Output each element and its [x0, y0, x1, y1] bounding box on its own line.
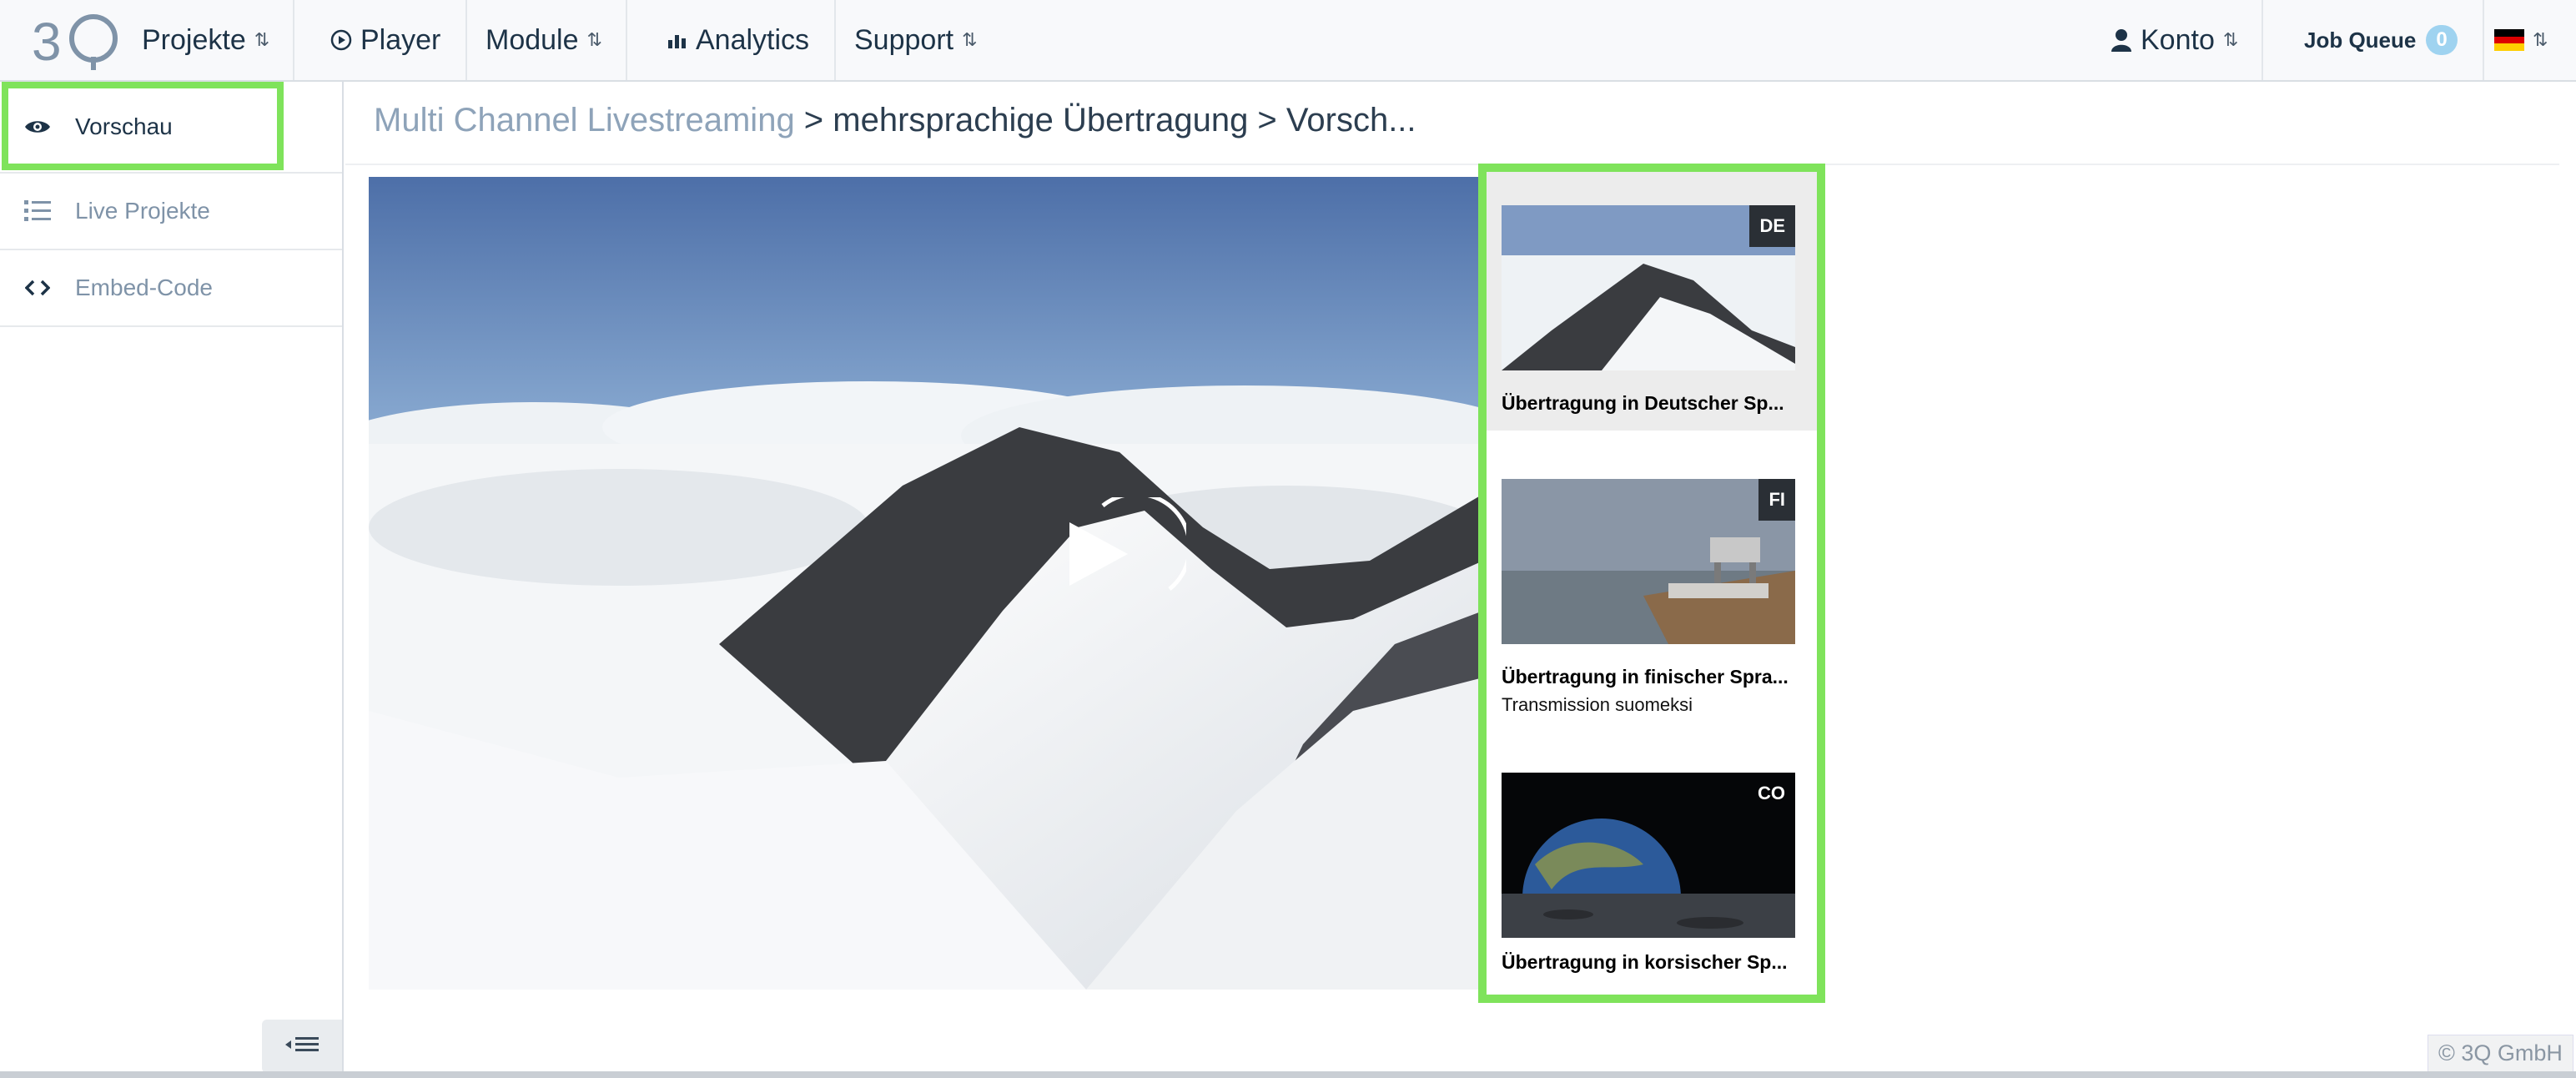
playlist-item-title: Übertragung in Deutscher Sp...: [1502, 392, 1784, 414]
playlist-item-fi[interactable]: FI Übertragung in finischer Spra... Tran…: [1487, 447, 1817, 731]
nav-module-label: Module: [486, 23, 579, 56]
play-circle-icon: [330, 29, 352, 51]
nav-analytics[interactable]: Analytics: [642, 0, 837, 80]
breadcrumb: Multi Channel Livestreaming > mehrsprach…: [374, 102, 1416, 139]
playlist-thumbnail: FI: [1502, 479, 1795, 644]
breadcrumb-link[interactable]: Multi Channel Livestreaming: [374, 102, 795, 139]
sidebar-item-vorschau[interactable]: Vorschau: [0, 82, 342, 174]
divider: [345, 164, 2559, 165]
video-poster-image: [369, 177, 1483, 990]
nav-projekte-label: Projekte: [142, 23, 246, 56]
playlist-item-title: Übertragung in finischer Spra...: [1502, 666, 1789, 688]
language-switcher[interactable]: ⇅: [2469, 0, 2571, 80]
sidebar-item-live-projekte[interactable]: Live Projekte: [0, 174, 342, 250]
sort-icon: ⇅: [586, 29, 602, 50]
user-icon: [2111, 28, 2132, 52]
playlist-item-title: Übertragung in korsischer Sp...: [1502, 951, 1788, 973]
sidebar-item-embed-code[interactable]: Embed-Code: [0, 250, 342, 327]
top-navbar: 3 Projekte ⇅ Player Module ⇅ Analytics S…: [0, 0, 2576, 82]
language-tag: FI: [1758, 479, 1795, 521]
video-player[interactable]: [369, 177, 1483, 990]
breadcrumb-current: > mehrsprachige Übertragung > Vorsch...: [794, 102, 1416, 139]
list-icon: [0, 199, 75, 224]
nav-support[interactable]: Support ⇅: [829, 0, 1001, 80]
sidebar-item-label: Embed-Code: [75, 275, 213, 300]
nav-konto-label: Konto: [2141, 23, 2215, 56]
nav-player-label: Player: [360, 23, 441, 56]
nav-projekte[interactable]: Projekte ⇅: [117, 0, 295, 80]
playlist-item-de[interactable]: DE Übertragung in Deutscher Sp...: [1487, 172, 1817, 431]
sort-icon: ⇅: [2222, 29, 2238, 50]
nav-module[interactable]: Module ⇅: [460, 0, 627, 80]
job-queue-count-badge: 0: [2426, 25, 2458, 55]
sidebar: Vorschau Live Projekte Embed-Code: [0, 82, 344, 1078]
playlist-thumbnail: DE: [1502, 205, 1795, 370]
3q-logo[interactable]: 3: [32, 10, 123, 70]
svg-text:3: 3: [32, 12, 62, 70]
nav-player[interactable]: Player: [305, 0, 468, 80]
sort-icon: ⇅: [2533, 29, 2548, 50]
play-button[interactable]: [1053, 491, 1192, 627]
sort-icon: ⇅: [962, 29, 977, 50]
copyright-badge: © 3Q GmbH: [2428, 1035, 2573, 1072]
coast-thumbnail-image: [1502, 479, 1795, 644]
sort-icon: ⇅: [254, 29, 269, 50]
language-tag: CO: [1758, 783, 1785, 803]
language-tag: DE: [1749, 205, 1795, 247]
playlist-item-subtitle: Transmission suomeksi: [1502, 694, 1693, 715]
nav-support-label: Support: [854, 23, 954, 56]
german-flag-icon: [2494, 29, 2524, 52]
sidebar-collapse-button[interactable]: [262, 1020, 342, 1073]
job-queue-label: Job Queue: [2304, 27, 2417, 53]
collapse-menu-icon: [285, 1035, 319, 1059]
nav-konto[interactable]: Konto ⇅: [2085, 0, 2264, 80]
bar-chart-icon: [667, 32, 687, 48]
nav-analytics-label: Analytics: [696, 23, 810, 56]
code-icon: [0, 280, 75, 296]
playlist-thumbnail: CO: [1502, 773, 1795, 938]
sidebar-item-label: Live Projekte: [75, 198, 210, 224]
highlight-frame: [2, 82, 284, 170]
bottom-edge: [0, 1071, 2576, 1078]
nav-job-queue[interactable]: Job Queue 0: [2279, 0, 2484, 80]
channel-playlist: DE Übertragung in Deutscher Sp... FI Übe…: [1478, 164, 1825, 1003]
playlist-item-co[interactable]: CO Übertragung in korsischer Sp...: [1487, 748, 1817, 998]
play-icon: [1069, 491, 1192, 591]
